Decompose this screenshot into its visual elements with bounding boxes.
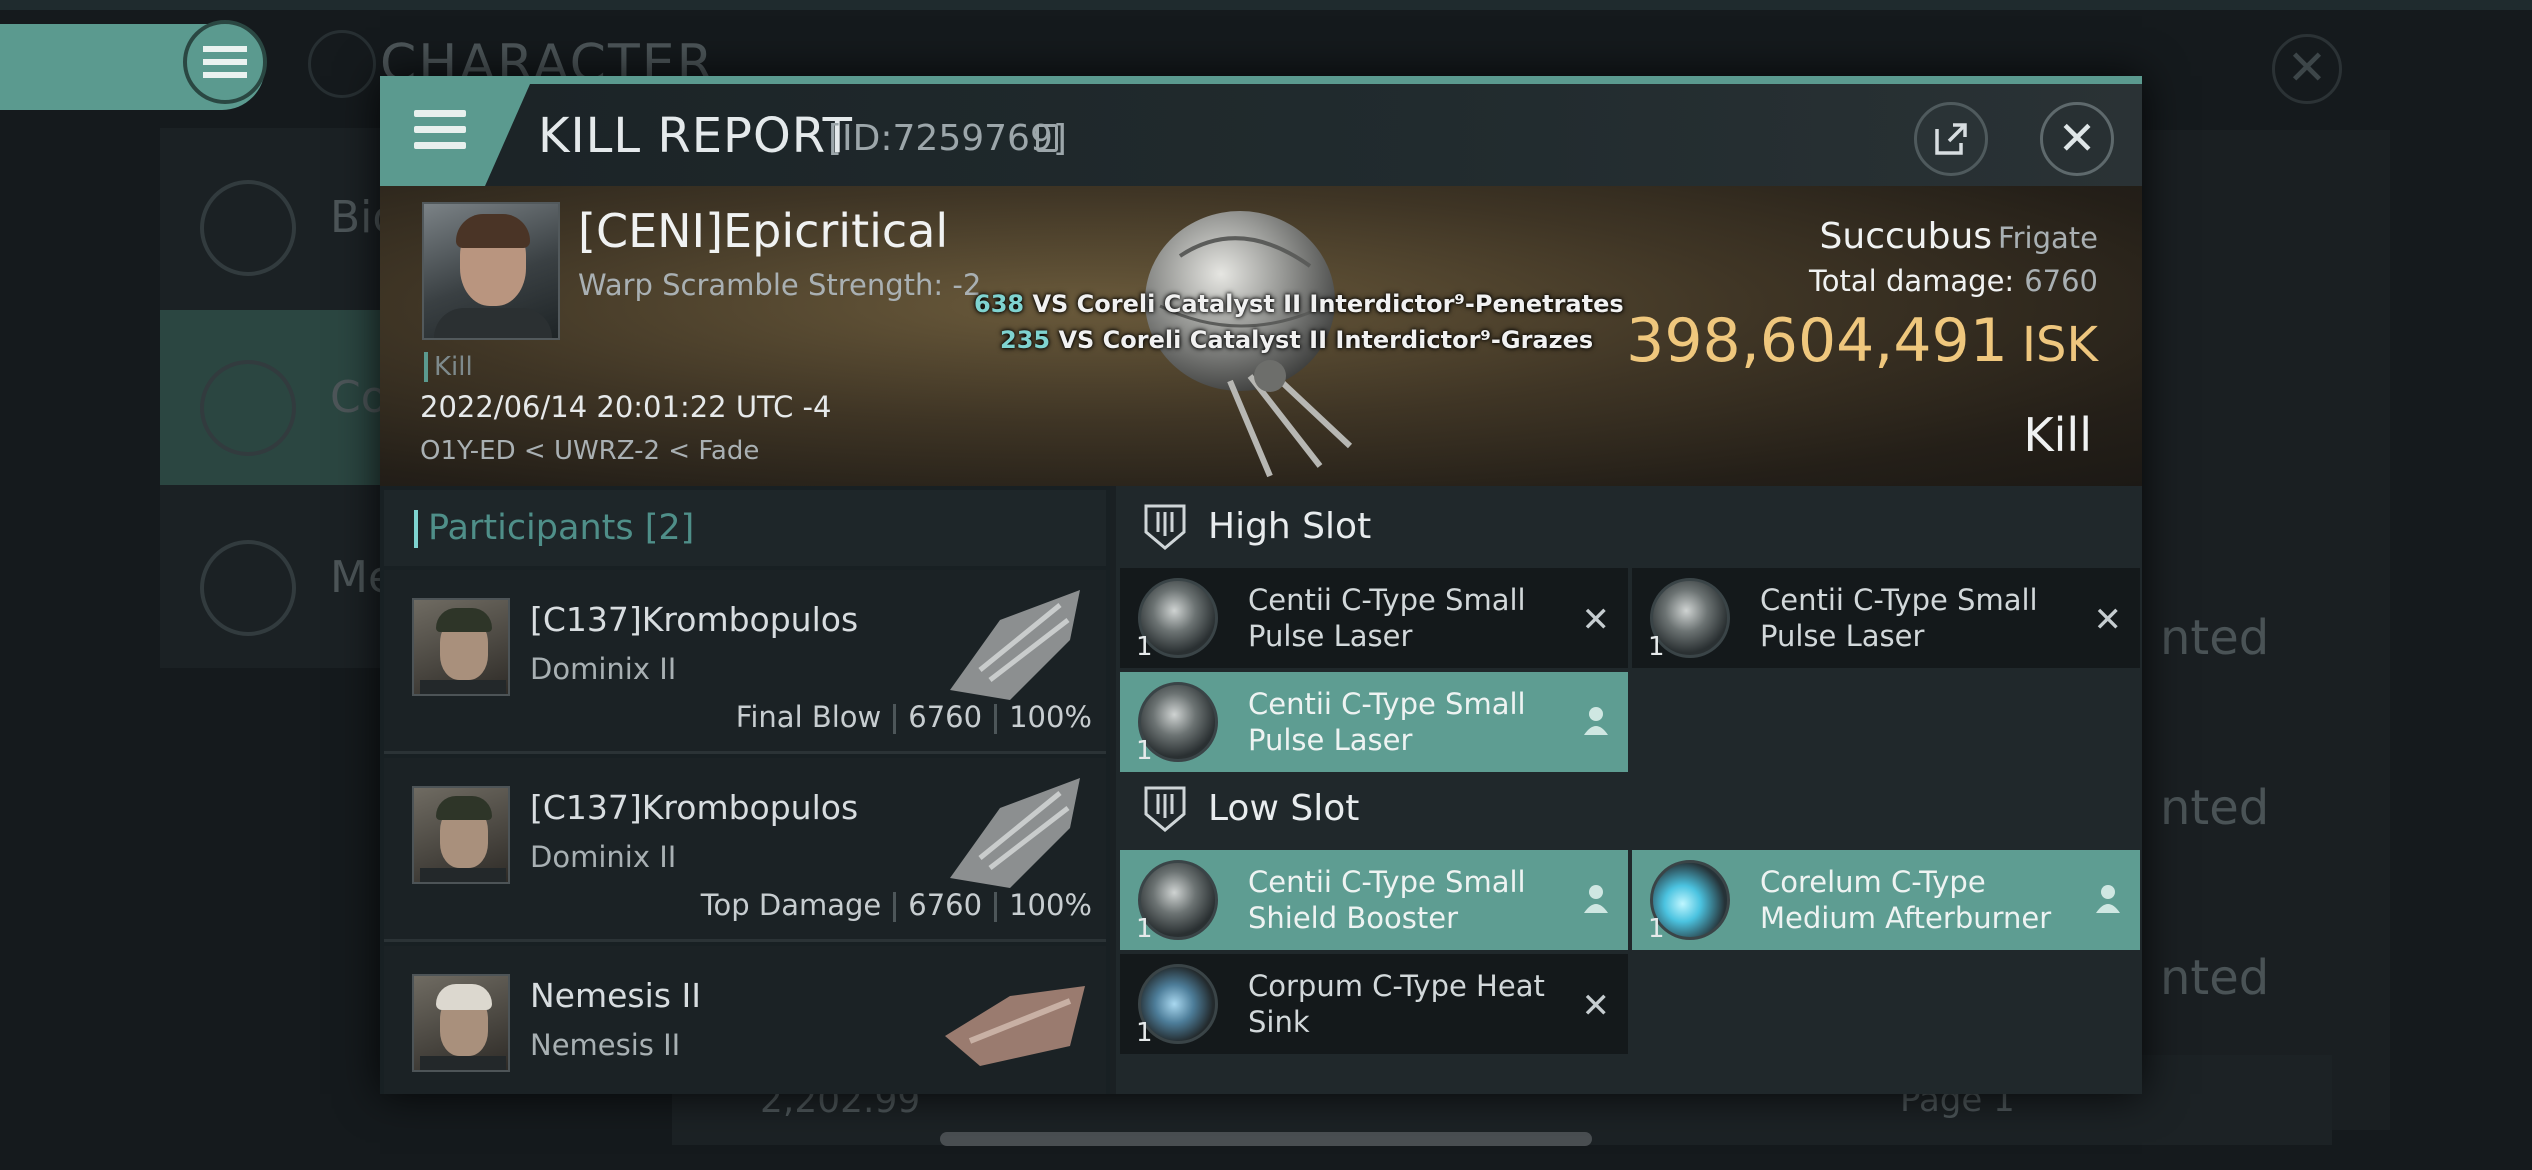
isk-value: 398,604,491 ISK — [1626, 306, 2098, 376]
participant-ship-image — [950, 778, 1080, 888]
destroyed-icon: ✕ — [1581, 600, 1611, 640]
participant-row[interactable]: Nemesis II Nemesis II — [384, 946, 1106, 1094]
hamburger-icon — [203, 46, 247, 78]
share-button[interactable] — [1914, 102, 1988, 176]
participant-row[interactable]: [C137]Krombopulos Dominix II Top Damage 6… — [384, 758, 1106, 942]
list-icon — [200, 180, 296, 276]
external-link-icon — [1935, 123, 1967, 155]
module-name: Centii C-Type Small Shield Booster — [1248, 865, 1526, 935]
participant-name: Nemesis II — [530, 976, 701, 1015]
modal-menu-button[interactable] — [380, 84, 530, 186]
module-item[interactable]: 1 Centii C-Type Small Pulse Laser — [1120, 672, 1628, 772]
participant-portrait — [412, 974, 510, 1072]
module-item[interactable]: 1 Corpum C-Type Heat Sink ✕ — [1120, 954, 1628, 1054]
right-text: nted — [2160, 610, 2270, 666]
hit-summary: 235 VS Coreli Catalyst II Interdictor⁹-G… — [1000, 326, 1594, 354]
victim-ship-name: Succubus Frigate — [1819, 216, 2098, 257]
module-name: Centii C-Type Small Pulse Laser — [1248, 583, 1526, 653]
copy-icon[interactable] — [1036, 124, 1058, 152]
kill-location: O1Y-ED < UWRZ-2 < Fade — [420, 436, 760, 466]
participant-name: [C137]Krombopulos — [530, 788, 859, 827]
module-quantity: 1 — [1136, 914, 1153, 944]
warp-scramble-strength: Warp Scramble Strength: -2 — [578, 268, 982, 302]
low-slot-label: Low Slot — [1208, 788, 1360, 829]
fitting-panel: High Slot 1 Centii C-Type Small Pulse La… — [1116, 486, 2142, 1094]
module-quantity: 1 — [1136, 632, 1153, 662]
low-slot-header: Low Slot — [1116, 768, 2142, 848]
victim-name[interactable]: [CENI]Epicritical — [578, 204, 948, 258]
module-item[interactable]: 1 Centii C-Type Small Pulse Laser ✕ — [1120, 568, 1628, 668]
close-icon[interactable]: ✕ — [2040, 102, 2114, 176]
home-indicator[interactable] — [940, 1132, 1592, 1146]
top-strip — [0, 0, 2532, 10]
participant-ship: Nemesis II — [530, 1028, 681, 1062]
report-id: [ID:7259769] — [828, 118, 1067, 159]
module-name: Corpum C-Type Heat Sink — [1248, 969, 1545, 1039]
participant-row[interactable]: [C137]Krombopulos Dominix II Final Blow 6… — [384, 570, 1106, 754]
hamburger-icon — [414, 110, 466, 158]
background-close-icon[interactable]: ✕ — [2272, 34, 2342, 104]
module-item[interactable]: 1 Centii C-Type Small Shield Booster — [1120, 850, 1628, 950]
star-icon — [200, 540, 296, 636]
total-damage: Total damage: 6760 — [1809, 264, 2098, 298]
participants-label: Participants [2] — [428, 508, 695, 548]
participant-portrait — [412, 598, 510, 696]
dropped-icon — [2094, 882, 2122, 922]
module-quantity: 1 — [1136, 1018, 1153, 1048]
module-item[interactable]: 1 Centii C-Type Small Pulse Laser ✕ — [1632, 568, 2140, 668]
low-slot-icon — [1144, 786, 1186, 832]
high-slot-label: High Slot — [1208, 506, 1372, 547]
module-quantity: 1 — [1648, 632, 1665, 662]
participant-ship: Dominix II — [530, 840, 677, 874]
modal-header: KILL REPORT [ID:7259769] ✕ — [380, 76, 2142, 186]
participant-stats: Top Damage 6760 100% — [700, 888, 1092, 922]
high-slot-icon — [1144, 504, 1186, 550]
module-name: Centii C-Type Small Pulse Laser — [1248, 687, 1526, 757]
participant-portrait — [412, 786, 510, 884]
hit-summary: 638 VS Coreli Catalyst II Interdictor⁹-P… — [974, 290, 1624, 318]
kill-datetime: 2022/06/14 20:01:22 UTC -4 — [420, 390, 832, 424]
participant-name: [C137]Krombopulos — [530, 600, 859, 639]
module-quantity: 1 — [1136, 736, 1153, 766]
participant-ship: Dominix II — [530, 652, 677, 686]
dropped-icon — [1582, 882, 1610, 922]
modal-title: KILL REPORT — [538, 108, 853, 164]
dropped-icon — [1582, 704, 1610, 744]
kill-result: Kill — [2023, 408, 2092, 462]
victim-portrait[interactable] — [422, 202, 560, 340]
participants-header: Participants [2] — [384, 490, 1106, 566]
module-name: Corelum C-Type Medium Afterburner — [1760, 865, 2052, 935]
kill-tag: Kill — [424, 352, 473, 382]
participant-ship-image — [945, 986, 1085, 1066]
module-quantity: 1 — [1648, 914, 1665, 944]
main-menu-button[interactable] — [183, 20, 267, 104]
high-slot-header: High Slot — [1116, 486, 2142, 566]
right-text: nted — [2160, 950, 2270, 1006]
character-icon — [308, 30, 376, 98]
module-name: Centii C-Type Small Pulse Laser — [1760, 583, 2038, 653]
victim-banner: [CENI]Epicritical Warp Scramble Strength… — [380, 186, 2142, 486]
destroyed-icon: ✕ — [2093, 600, 2123, 640]
kill-report-modal: KILL REPORT [ID:7259769] ✕ [CENI]Epicrit… — [380, 76, 2142, 1094]
left-item-label: Co — [330, 372, 388, 423]
destroyed-icon: ✕ — [1581, 986, 1611, 1026]
module-item[interactable]: 1 Corelum C-Type Medium Afterburner — [1632, 850, 2140, 950]
participants-panel: Participants [2] [C137]Krombopulos Domin… — [380, 486, 1110, 1094]
crossed-swords-icon — [200, 360, 296, 456]
right-text: nted — [2160, 780, 2270, 836]
participant-stats: Final Blow 6760 100% — [735, 700, 1092, 734]
participant-ship-image — [950, 590, 1080, 700]
